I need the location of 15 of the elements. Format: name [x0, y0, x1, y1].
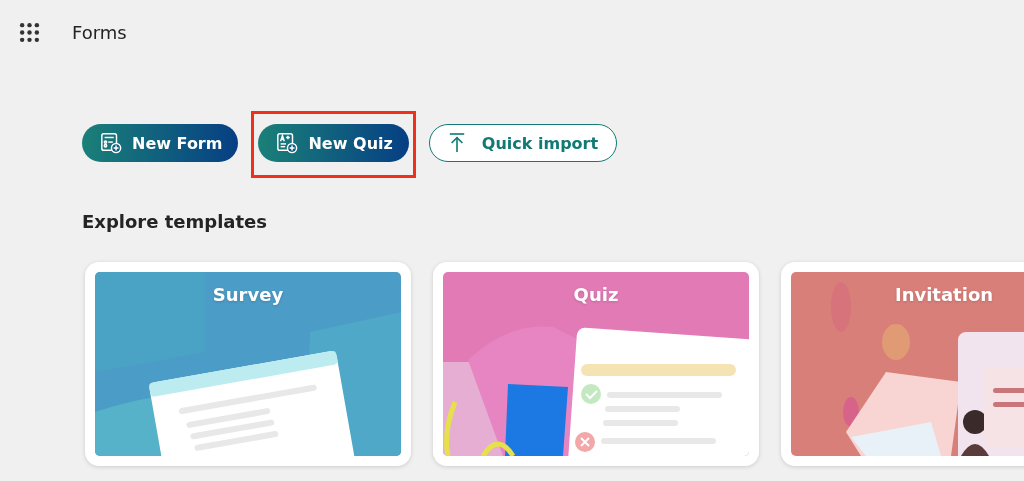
- section-heading: Explore templates: [81, 210, 268, 234]
- upload-icon: [447, 132, 466, 154]
- quick-import-button[interactable]: Quick import: [428, 124, 618, 162]
- new-form-button[interactable]: New Form: [82, 124, 239, 162]
- form-add-icon: [100, 132, 122, 154]
- card-title: Survey: [212, 284, 284, 305]
- template-card[interactable]: Invitation: [781, 262, 1024, 466]
- card-title: Quiz: [573, 284, 619, 305]
- app-title: Forms: [72, 21, 127, 43]
- card-title: Invitation: [894, 284, 994, 305]
- template-card[interactable]: Quiz: [433, 262, 759, 466]
- template-card[interactable]: Survey: [85, 262, 411, 466]
- app-launcher-icon[interactable]: [19, 21, 40, 43]
- quiz-add-icon: [276, 132, 299, 154]
- new-quiz-button[interactable]: New Quiz: [258, 124, 409, 162]
